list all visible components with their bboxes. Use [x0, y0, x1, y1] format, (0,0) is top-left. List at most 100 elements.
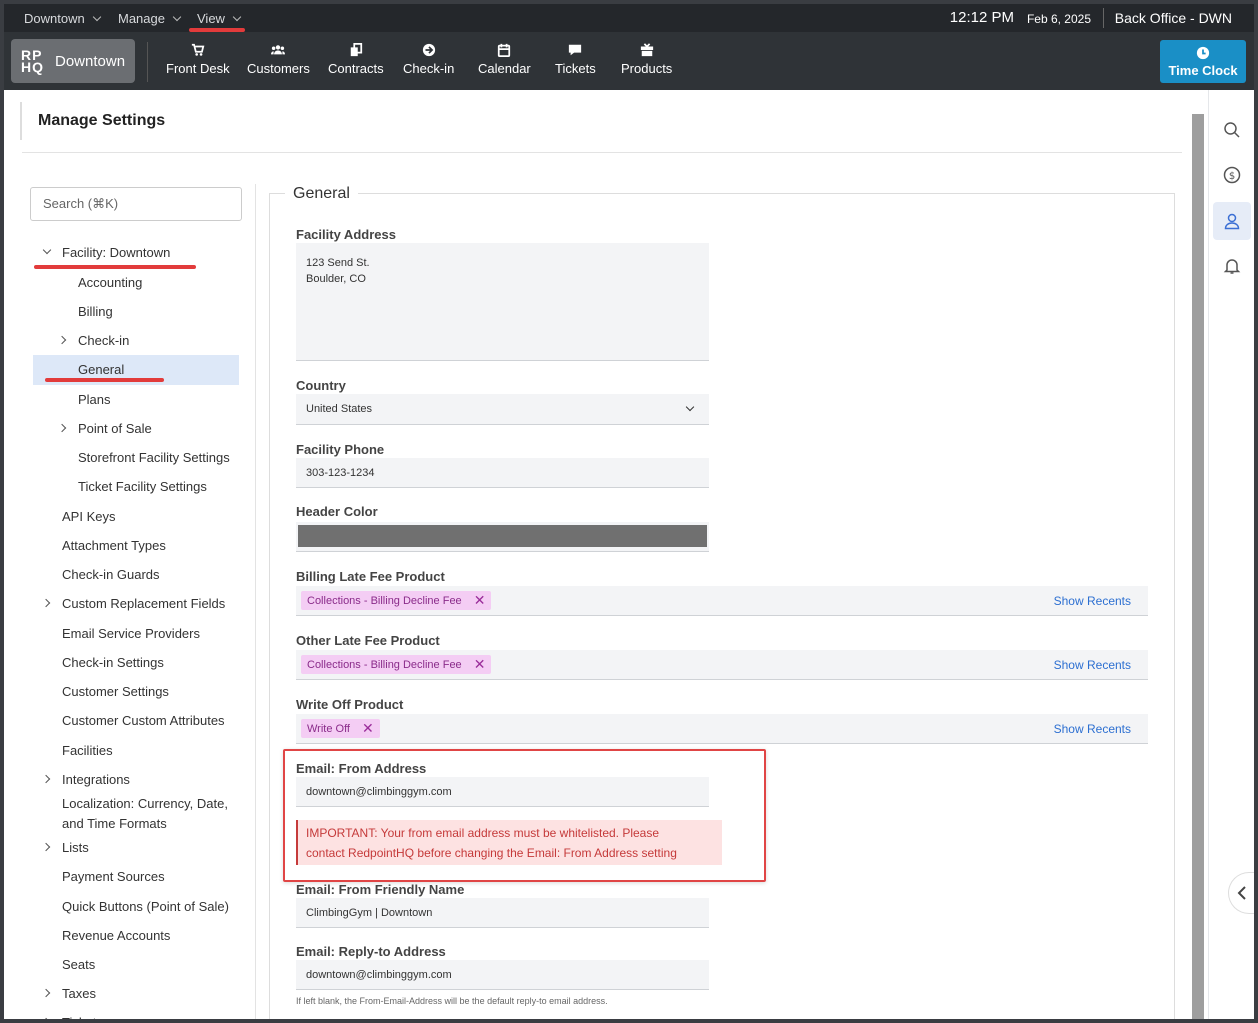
tree-label: Check-in: [78, 332, 130, 348]
main-nav: RP HQ Downtown Front Desk Customers Cont…: [4, 32, 1254, 90]
tree-item-quick-buttons[interactable]: Quick Buttons (Point of Sale): [30, 896, 240, 916]
tree-item-check-in[interactable]: Check-in: [30, 330, 240, 350]
country-select[interactable]: United States: [296, 394, 709, 425]
chevron-right-icon: [41, 988, 51, 998]
tree-item-tickets[interactable]: Tickets: [30, 1012, 240, 1023]
time-clock-button[interactable]: Time Clock: [1160, 40, 1246, 83]
tree-item-revenue-accounts[interactable]: Revenue Accounts: [30, 925, 240, 945]
chevron-down-icon: [685, 402, 695, 412]
nav-label: Front Desk: [166, 61, 230, 76]
chat-icon: [569, 44, 582, 56]
menu-manage[interactable]: Manage: [118, 11, 182, 26]
remove-chip-icon[interactable]: ✕: [362, 720, 374, 737]
remove-chip-icon[interactable]: ✕: [474, 656, 486, 673]
tree-item-localization[interactable]: Localization: Currency, Date, and Time F…: [30, 794, 240, 834]
facility-address-textarea[interactable]: 123 Send St. Boulder, CO: [296, 243, 709, 361]
tree-label: Billing: [78, 303, 113, 319]
tree-item-custom-replacement[interactable]: Custom Replacement Fields: [30, 593, 240, 613]
box-icon: [640, 43, 653, 57]
settings-search-input[interactable]: Search (⌘K): [30, 187, 242, 221]
clock-icon: [1196, 46, 1210, 59]
tree-label: Facility: Downtown: [62, 244, 171, 260]
tree-item-attachment-types[interactable]: Attachment Types: [30, 535, 240, 555]
nav-contracts[interactable]: Contracts: [328, 43, 384, 76]
chevron-right-icon: [57, 423, 67, 433]
rail-notifications-button[interactable]: [1218, 252, 1246, 280]
topbar-divider: [1103, 8, 1104, 28]
tree-item-taxes[interactable]: Taxes: [30, 983, 240, 1003]
tree-item-email-service[interactable]: Email Service Providers: [30, 623, 240, 643]
tree-item-customer-custom[interactable]: Customer Custom Attributes: [30, 710, 240, 730]
billing-late-fee-label: Billing Late Fee Product: [296, 569, 445, 584]
show-recents-link[interactable]: Show Recents: [1054, 658, 1131, 672]
header-color-input[interactable]: [296, 522, 709, 552]
tree-label: Ticket Facility Settings: [78, 478, 207, 494]
facility-phone-label: Facility Phone: [296, 442, 385, 457]
chip-label: Collections - Billing Decline Fee: [307, 594, 462, 607]
nav-calendar[interactable]: Calendar: [478, 43, 531, 76]
tree-label: Tickets: [62, 1014, 103, 1023]
search-icon: [1224, 122, 1240, 138]
other-late-fee-select[interactable]: Collections - Billing Decline Fee ✕ Show …: [296, 650, 1148, 680]
tree-facility-downtown[interactable]: Facility: Downtown: [30, 242, 240, 262]
write-off-select[interactable]: Write Off ✕ Show Recents: [296, 714, 1148, 744]
tree-item-check-in-guards[interactable]: Check-in Guards: [30, 564, 240, 584]
tree-label: Accounting: [78, 274, 143, 290]
dollar-icon: $: [1223, 166, 1241, 184]
chevron-down-icon: [42, 245, 52, 255]
tree-item-billing[interactable]: Billing: [30, 301, 240, 321]
chip-label: Collections - Billing Decline Fee: [307, 658, 462, 671]
rail-user-button[interactable]: [1213, 202, 1251, 240]
chevron-right-icon: [57, 335, 67, 345]
billing-late-fee-select[interactable]: Collections - Billing Decline Fee ✕ Show …: [296, 586, 1148, 616]
menu-downtown[interactable]: Downtown: [24, 11, 101, 26]
context-label[interactable]: Back Office - DWN: [1115, 10, 1232, 26]
tree-item-seats[interactable]: Seats: [30, 954, 240, 974]
page-scrollbar[interactable]: [1192, 114, 1204, 1019]
header-color-swatch: [298, 525, 707, 547]
tree-item-point-of-sale[interactable]: Point of Sale: [30, 418, 240, 438]
tree-item-check-in-settings[interactable]: Check-in Settings: [30, 652, 240, 672]
logo-line-2: HQ: [21, 59, 44, 75]
tree-item-integrations[interactable]: Integrations: [30, 769, 240, 789]
nav-front-desk[interactable]: Front Desk: [166, 43, 230, 76]
remove-chip-icon[interactable]: ✕: [474, 592, 486, 609]
chevron-left-icon: [1237, 886, 1246, 900]
annotation-underline-facility: [34, 265, 196, 269]
tree-label: Plans: [78, 391, 111, 407]
rail-billing-button[interactable]: $: [1218, 161, 1246, 189]
tree-item-payment-sources[interactable]: Payment Sources: [30, 866, 240, 886]
tree-label: API Keys: [62, 508, 116, 524]
tree-item-customer-settings[interactable]: Customer Settings: [30, 681, 240, 701]
tree-item-api-keys[interactable]: API Keys: [30, 506, 240, 526]
tree-item-accounting[interactable]: Accounting: [30, 272, 240, 292]
menu-downtown-label: Downtown: [24, 11, 85, 26]
show-recents-link[interactable]: Show Recents: [1054, 722, 1131, 736]
tree-item-facilities[interactable]: Facilities: [30, 740, 240, 760]
nav-customers[interactable]: Customers: [247, 43, 310, 76]
friendly-name-label: Email: From Friendly Name: [296, 882, 465, 897]
write-off-chip: Write Off ✕: [301, 719, 380, 738]
arrow-circle-icon: [422, 43, 435, 57]
tree-item-lists[interactable]: Lists: [30, 837, 240, 857]
tree-label: Taxes: [62, 985, 96, 1001]
address-line-1: 123 Send St.: [306, 257, 370, 269]
friendly-name-input[interactable]: ClimbingGym | Downtown: [296, 898, 709, 928]
facility-brand-button[interactable]: RP HQ Downtown: [11, 39, 135, 83]
show-recents-link[interactable]: Show Recents: [1054, 594, 1131, 608]
time-clock-label: Time Clock: [1168, 62, 1238, 78]
nav-check-in[interactable]: Check-in: [403, 43, 454, 76]
rail-search-button[interactable]: [1218, 116, 1246, 144]
page-title: Manage Settings: [20, 102, 165, 140]
nav-label: Customers: [247, 61, 310, 76]
tree-item-storefront[interactable]: Storefront Facility Settings: [30, 447, 240, 467]
country-label: Country: [296, 378, 346, 393]
tree-item-ticket-facility[interactable]: Ticket Facility Settings: [30, 476, 240, 496]
facility-phone-input[interactable]: 303-123-1234: [296, 458, 709, 488]
reply-to-input[interactable]: downtown@climbinggym.com: [296, 960, 709, 990]
nav-tickets[interactable]: Tickets: [555, 43, 596, 76]
menu-view[interactable]: View: [197, 11, 242, 26]
tree-item-plans[interactable]: Plans: [30, 389, 240, 409]
nav-products[interactable]: Products: [621, 43, 672, 76]
tree-label: Custom Replacement Fields: [62, 595, 226, 611]
